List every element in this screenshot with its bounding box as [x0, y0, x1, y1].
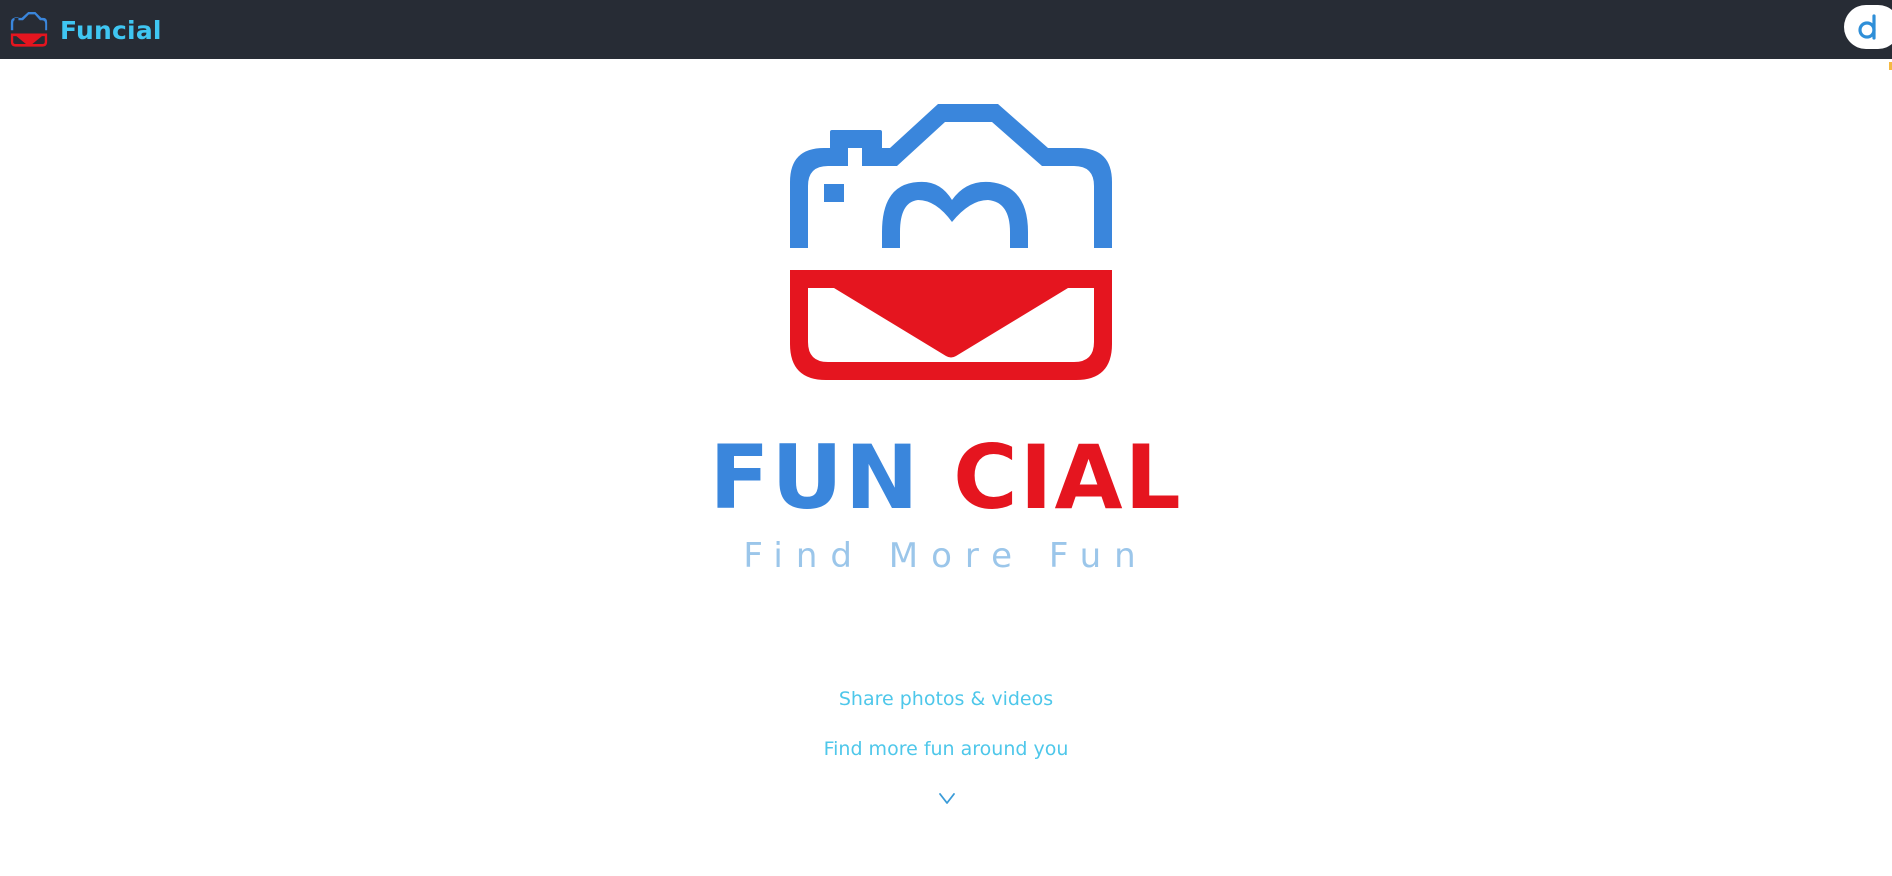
feature-share-photos: Share photos & videos	[838, 688, 1054, 710]
wordmark-fun: FUN	[709, 426, 921, 529]
camera-viewfinder	[824, 184, 844, 202]
chevron-down-icon[interactable]	[938, 792, 956, 806]
funcial-wordmark: FUN CIAL	[0, 428, 1892, 528]
tagline: Find More Fun	[743, 536, 1149, 576]
brand-link[interactable]: Funcial	[8, 10, 162, 50]
d-letter-icon	[1858, 14, 1876, 40]
heart-top	[882, 181, 1028, 248]
app-name: Funcial	[60, 15, 162, 45]
camera-body-top	[790, 104, 1112, 248]
wordmark-cial: CIAL	[953, 426, 1183, 529]
feature-find-fun: Find more fun around you	[823, 738, 1069, 760]
extension-button[interactable]	[1844, 5, 1892, 49]
camera-heart-logo	[790, 104, 1112, 380]
camera-heart-logo-icon	[10, 12, 48, 47]
top-navbar: Funcial	[0, 0, 1892, 59]
camera-body-bottom	[790, 270, 1112, 380]
